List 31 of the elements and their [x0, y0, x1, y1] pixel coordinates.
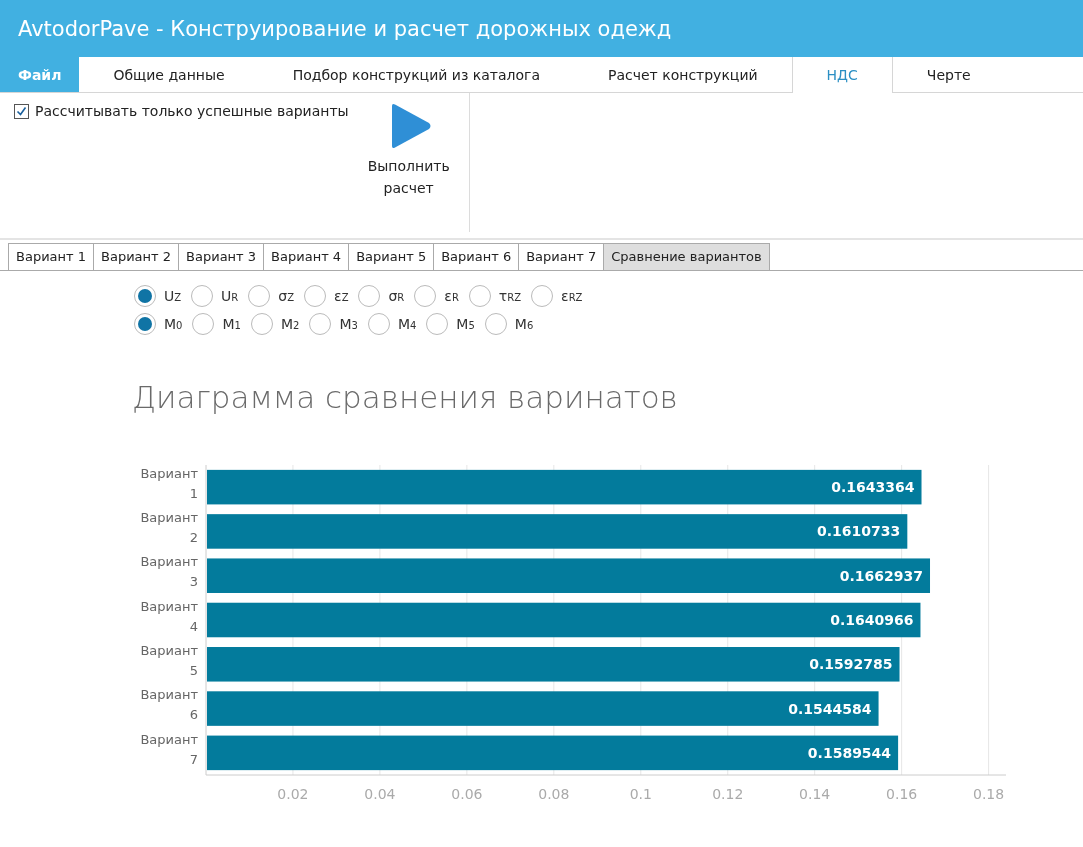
- tick-label: 0.1: [629, 786, 652, 802]
- value-label: 0.1662937: [839, 567, 923, 584]
- value-label: 0.1610733: [817, 523, 901, 540]
- tick-label: 0.06: [451, 786, 483, 802]
- chart-title: Диаграмма сравнения варинатов: [131, 378, 679, 415]
- variant-tab[interactable]: Сравнение вариантов: [603, 243, 770, 270]
- value-label: 0.1592785: [809, 656, 893, 673]
- category-label: Вариант 2: [140, 510, 198, 546]
- tick-label: 0.04: [364, 786, 396, 802]
- value-label: 0.1544584: [788, 700, 872, 717]
- run-button[interactable]: Выполнить расчет: [358, 103, 459, 200]
- checkbox[interactable]: [14, 103, 29, 119]
- tick-label: 0.08: [538, 786, 570, 802]
- ribbon-tab[interactable]: НДС: [791, 57, 893, 93]
- window-title: AvtodorPave - Конструирование и расчет дорожных одежд: [18, 16, 672, 41]
- category-label: Вариант 1: [140, 465, 198, 501]
- tick-label: 0.14: [799, 786, 831, 802]
- value-label: 0.1640966: [830, 612, 914, 628]
- checkbox-label: Рассчитывать только успешные варианты: [35, 103, 349, 119]
- category-label: Вариант 4: [140, 598, 198, 634]
- category-label: Вариант 7: [140, 731, 198, 767]
- value-label: 0.1643364: [831, 479, 915, 496]
- tick-label: 0.02: [277, 786, 309, 802]
- tick-label: 0.18: [973, 786, 1005, 802]
- variant-tab[interactable]: Вариант 1: [8, 243, 95, 270]
- tick-label: 0.16: [886, 786, 918, 802]
- value-label: 0.1589544: [807, 744, 892, 761]
- category-label: Вариант 3: [140, 554, 198, 590]
- category-label: Вариант 5: [140, 643, 198, 678]
- tick-label: 0.12: [712, 786, 744, 802]
- category-label: Вариант 6: [140, 687, 198, 723]
